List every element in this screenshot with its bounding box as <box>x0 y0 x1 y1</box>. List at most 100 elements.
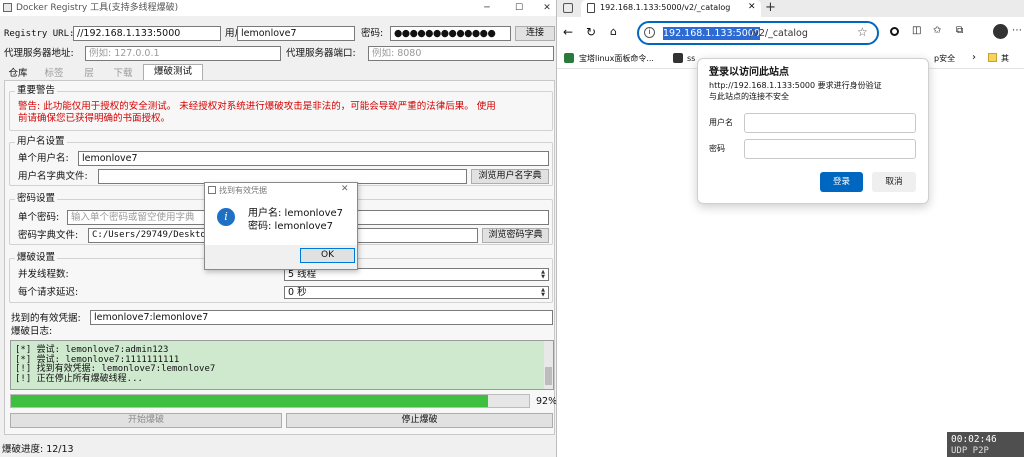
app-icon <box>3 3 12 12</box>
progress-bar <box>10 394 530 408</box>
dialog-close-icon[interactable]: ✕ <box>341 184 349 194</box>
dialog-titlebar: 找到有效凭据 ✕ <box>205 183 357 198</box>
auth-login-button[interactable]: 登录 <box>820 172 863 192</box>
dialog-username-line: 用户名: lemonlove7 <box>248 208 344 219</box>
warning-text-line2: 前请确保您已获得明确的书面授权。 <box>18 113 171 124</box>
dialog-title: 找到有效凭据 <box>219 186 267 195</box>
window-titlebar: Docker Registry 工具(支持多线程爆破) ─ ☐ ✕ <box>0 0 556 16</box>
bookmarks-overflow-icon[interactable]: › <box>972 52 976 63</box>
browse-password-dict-button[interactable]: 浏览密码字典 <box>482 228 549 243</box>
log-scrollbar-thumb[interactable] <box>545 367 552 385</box>
brute-settings-title: 爆破设置 <box>15 252 58 264</box>
threads-label: 并发线程数: <box>18 269 69 280</box>
tab-repositories[interactable]: 仓库 <box>4 66 32 80</box>
tab-strip: 192.168.1.133:5000/v2/_catalog ✕ + <box>557 0 1024 17</box>
warning-text-line1: 警告: 此功能仅用于授权的安全测试。 未经授权对系统进行爆破攻击是非法的，可能会… <box>18 101 496 112</box>
found-credentials-dialog: 找到有效凭据 ✕ i 用户名: lemonlove7 密码: lemonlove… <box>204 182 358 270</box>
browse-username-dict-button[interactable]: 浏览用户名字典 <box>471 169 549 184</box>
log-scrollbar[interactable] <box>544 341 553 389</box>
close-window-button[interactable]: ✕ <box>538 1 556 15</box>
profile-avatar[interactable] <box>993 24 1008 39</box>
call-overlay: 00:02:46 UDP P2P <box>947 432 1024 457</box>
password-input[interactable]: ●●●●●●●●●●●●● <box>390 26 511 41</box>
home-icon[interactable]: ⌂ <box>610 25 617 38</box>
bookmark-ss-icon <box>673 53 683 63</box>
password-dict-label: 密码字典文件: <box>18 230 79 241</box>
log-label: 爆破日志: <box>11 326 53 337</box>
single-username-input[interactable]: lemonlove7 <box>78 151 549 166</box>
bookmark-item[interactable]: 宝塔linux面板命令... <box>579 53 654 65</box>
start-brute-button[interactable]: 开始爆破 <box>10 413 282 428</box>
auth-password-input[interactable] <box>744 139 916 159</box>
single-password-label: 单个密码: <box>18 212 60 223</box>
brute-log-area[interactable]: [*] 尝试: lemonlove7:admin123 [*] 尝试: lemo… <box>10 340 554 390</box>
username-dict-label: 用户名字典文件: <box>18 171 88 182</box>
log-line: [!] 正在停止所有爆破线程... <box>15 373 143 384</box>
auth-insecure-line: 与此站点的连接不安全 <box>709 92 789 101</box>
delay-spinbox[interactable]: 0 秒 ▲ ▼ <box>284 286 549 299</box>
workspaces-icon[interactable] <box>563 3 573 13</box>
auth-username-input[interactable] <box>744 113 916 133</box>
more-menu-icon[interactable]: ⋯ <box>1012 25 1022 36</box>
info-icon: i <box>217 208 235 226</box>
favorite-star-icon[interactable]: ☆ <box>857 25 868 39</box>
status-bar-text: 爆破进度: 12/13 <box>2 444 74 455</box>
favorites-icon[interactable]: ✩ <box>933 25 941 36</box>
tab-download[interactable]: 下载 <box>104 66 142 80</box>
extension-circle-icon[interactable] <box>890 27 899 36</box>
stop-brute-button[interactable]: 停止爆破 <box>286 413 553 428</box>
found-credentials-label: 找到的有效凭据: <box>11 313 81 324</box>
proxy-port-input[interactable]: 例如: 8080 <box>368 46 554 61</box>
bookmark-item[interactable]: ss <box>687 53 695 65</box>
tab-brute-force[interactable]: 爆破测试 <box>143 64 203 81</box>
delay-value: 0 秒 <box>288 287 307 298</box>
auth-dialog: 登录以访问此站点 http://192.168.1.133:5000 要求进行身… <box>697 58 929 204</box>
connect-button[interactable]: 连接 <box>515 26 555 41</box>
username-input[interactable]: lemonlove7 <box>237 26 355 41</box>
found-credentials-field[interactable]: lemonlove7:lemonlove7 <box>90 310 553 325</box>
refresh-icon[interactable]: ↻ <box>586 25 596 39</box>
dialog-app-icon <box>208 186 216 194</box>
username-settings-title: 用户名设置 <box>15 136 67 148</box>
dialog-body: i 用户名: lemonlove7 密码: lemonlove7 <box>205 198 357 245</box>
overlay-timer: 00:02:46 <box>951 434 997 445</box>
address-bar[interactable]: i 192.168.1.133:5000 /v2/_catalog ☆ <box>637 21 879 45</box>
threads-spin-arrows-icon[interactable]: ▲ ▼ <box>539 270 547 280</box>
warning-group-title: 重要警告 <box>15 85 58 97</box>
new-tab-icon[interactable]: + <box>765 0 776 15</box>
tab-layers[interactable]: 层 <box>76 66 102 80</box>
registry-url-label: Registry URL: <box>4 29 75 39</box>
overlay-protocol: UDP P2P <box>951 446 989 456</box>
progress-percent: 92% <box>536 396 557 407</box>
password-settings-title: 密码设置 <box>15 193 58 205</box>
page-icon <box>587 3 595 13</box>
progress-bar-fill <box>11 395 488 407</box>
site-info-icon[interactable]: i <box>644 27 655 38</box>
tab-tags[interactable]: 标签 <box>34 66 74 80</box>
proxy-port-label: 代理服务器端口: <box>286 48 356 59</box>
bookmark-item[interactable]: p安全 <box>934 53 955 65</box>
maximize-button[interactable]: ☐ <box>510 1 528 15</box>
collections-icon[interactable]: ⧉ <box>956 25 963 36</box>
tab-close-icon[interactable]: ✕ <box>748 2 756 12</box>
dialog-password-line: 密码: lemonlove7 <box>248 221 334 232</box>
toolbar: ← ↻ ⌂ i 192.168.1.133:5000 /v2/_catalog … <box>557 17 1024 49</box>
delay-spin-arrows-icon[interactable]: ▲ ▼ <box>539 288 547 298</box>
delay-label: 每个请求延迟: <box>18 287 79 298</box>
back-icon[interactable]: ← <box>563 25 573 39</box>
tab-title: 192.168.1.133:5000/v2/_catalog <box>600 3 731 12</box>
registry-url-input[interactable]: //192.168.1.133:5000 <box>73 26 221 41</box>
minimize-button[interactable]: ─ <box>478 1 496 15</box>
proxy-address-input[interactable]: 例如: 127.0.0.1 <box>85 46 281 61</box>
proxy-address-label: 代理服务器地址: <box>4 48 74 59</box>
auth-dialog-title: 登录以访问此站点 <box>709 67 789 78</box>
dialog-ok-button[interactable]: OK <box>300 248 355 263</box>
password-label: 密码: <box>361 28 384 39</box>
split-screen-icon[interactable]: ◫ <box>912 25 921 36</box>
edge-browser-window: 192.168.1.133:5000/v2/_catalog ✕ + ← ↻ ⌂… <box>557 0 1024 457</box>
browser-tab[interactable]: 192.168.1.133:5000/v2/_catalog ✕ <box>581 0 761 17</box>
window-title: Docker Registry 工具(支持多线程爆破) <box>16 3 179 13</box>
other-favorites-label[interactable]: 其 <box>1001 53 1009 65</box>
other-favorites-folder-icon <box>988 53 997 62</box>
auth-cancel-button[interactable]: 取消 <box>872 172 916 192</box>
